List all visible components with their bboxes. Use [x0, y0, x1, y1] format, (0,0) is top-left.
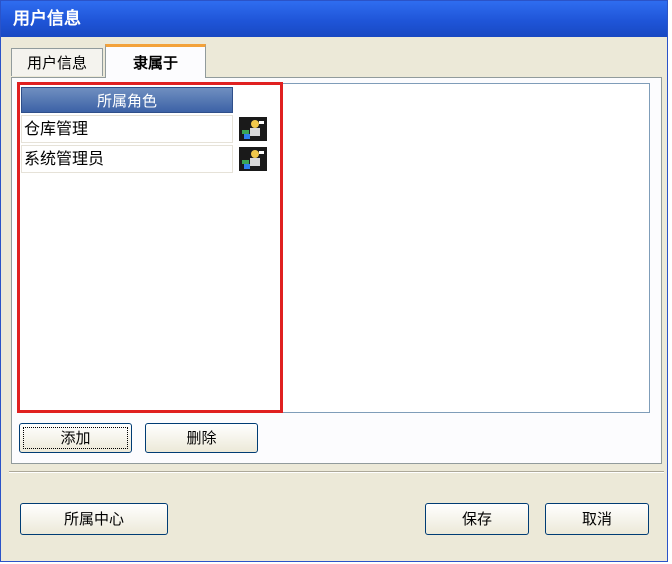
- role-name: 系统管理员: [21, 145, 233, 173]
- tab-member-of[interactable]: 隶属于: [105, 44, 206, 78]
- list-item[interactable]: 系统管理员: [21, 145, 271, 173]
- roles-listbox[interactable]: 所属角色 仓库管理 系统管理员: [18, 83, 650, 413]
- tab-user-info[interactable]: 用户信息: [11, 48, 103, 76]
- user-role-icon: [239, 117, 267, 141]
- focus-ring: [23, 427, 128, 449]
- role-name: 仓库管理: [21, 115, 233, 143]
- list-item[interactable]: 仓库管理: [21, 115, 271, 143]
- user-info-dialog: 用户信息 用户信息 隶属于 所属角色 仓库管理 系统管理员 添加 删除 所属中心…: [0, 0, 668, 562]
- tab-panel: 所属角色 仓库管理 系统管理员 添加 删除: [11, 77, 662, 464]
- delete-role-button[interactable]: 删除: [145, 423, 258, 453]
- user-role-icon: [239, 147, 267, 171]
- column-header-role[interactable]: 所属角色: [21, 87, 233, 113]
- cancel-button[interactable]: 取消: [545, 503, 649, 535]
- divider: [9, 471, 664, 473]
- add-role-button[interactable]: 添加: [19, 423, 132, 453]
- belong-center-button[interactable]: 所属中心: [20, 503, 168, 535]
- save-button[interactable]: 保存: [425, 503, 529, 535]
- window-title: 用户信息: [1, 1, 667, 37]
